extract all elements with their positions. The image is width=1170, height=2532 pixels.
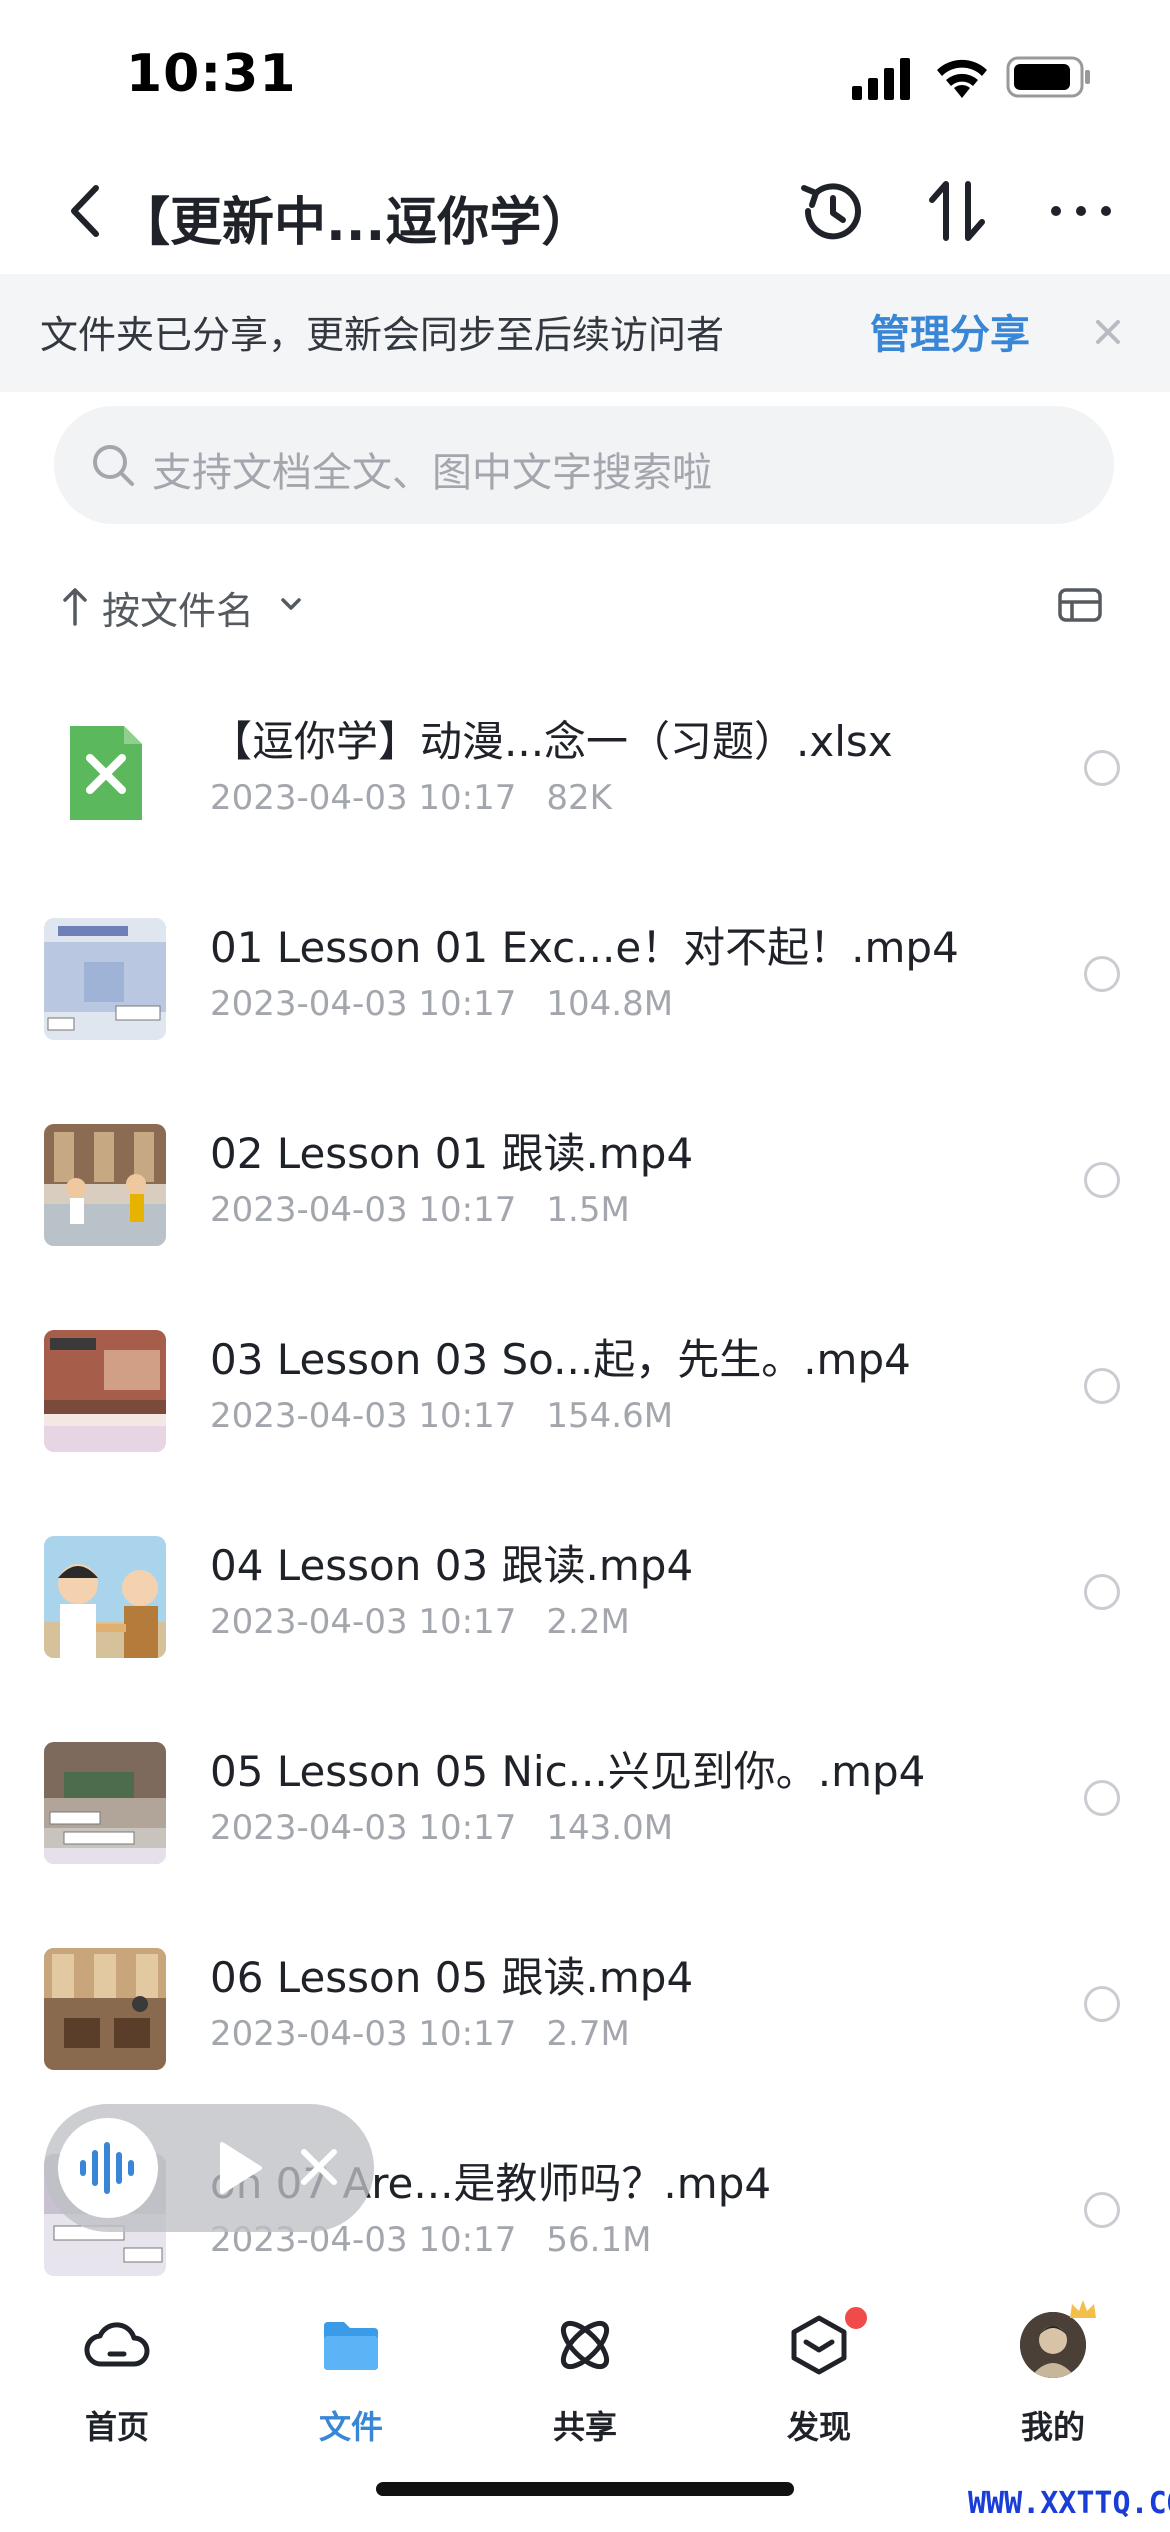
- more-icon[interactable]: [1044, 174, 1118, 248]
- manage-share-link[interactable]: 管理分享: [870, 302, 1030, 360]
- file-row[interactable]: 03 Lesson 03 So...起，先生。.mp4 2023-04-03 1…: [0, 1278, 1170, 1484]
- file-row[interactable]: 【逗你学】动漫...念一（习题）.xlsx 2023-04-03 10:17 82…: [0, 660, 1170, 866]
- share-banner: 文件夹已分享，更新会同步至后续访问者 管理分享: [0, 274, 1170, 392]
- file-meta: 2023-04-03 10:17 1.5M: [210, 1190, 630, 1230]
- wifi-icon: [937, 59, 987, 98]
- crown-icon: [1070, 2300, 1096, 2318]
- file-row[interactable]: 01 Lesson 01 Exc...e！对不起！.mp4 2023-04-03…: [0, 866, 1170, 1072]
- video-thumbnail: [44, 1536, 166, 1658]
- file-size: 1.5M: [546, 1190, 630, 1230]
- file-date: 2023-04-03 10:17: [210, 984, 517, 1024]
- file-name: 05 Lesson 05 Nic...兴见到你。.mp4: [210, 1747, 926, 1796]
- file-meta: 2023-04-03 10:17 2.2M: [210, 1602, 630, 1642]
- status-time: 10:31: [126, 44, 297, 104]
- notification-badge: [842, 2304, 870, 2332]
- tab-share[interactable]: 共享: [468, 2304, 702, 2454]
- file-size: 104.8M: [546, 984, 674, 1024]
- status-bar: 10:31: [0, 0, 1170, 150]
- file-date: 2023-04-03 10:17: [210, 2014, 517, 2054]
- file-name: 【逗你学】动漫...念一（习题）.xlsx: [210, 717, 893, 766]
- select-radio[interactable]: [1084, 1780, 1120, 1816]
- tab-mine[interactable]: 我的: [936, 2300, 1170, 2454]
- file-size: 2.2M: [546, 1602, 630, 1642]
- select-radio[interactable]: [1084, 750, 1120, 786]
- screen: 10:31 【更新中...逗你学） 文件夹已分享，更新会同步至后续访问者 管理分…: [0, 0, 1170, 2532]
- list-view-icon[interactable]: [1056, 584, 1104, 626]
- video-thumbnail: [44, 918, 166, 1040]
- tab-label: 首页: [84, 2408, 149, 2446]
- file-size: 143.0M: [546, 1808, 674, 1848]
- file-name: 03 Lesson 03 So...起，先生。.mp4: [210, 1335, 911, 1384]
- file-row[interactable]: 05 Lesson 05 Nic...兴见到你。.mp4 2023-04-03 …: [0, 1690, 1170, 1896]
- select-radio[interactable]: [1084, 2192, 1120, 2228]
- search-input[interactable]: 支持文档全文、图中文字搜索啦: [54, 406, 1114, 524]
- select-radio[interactable]: [1084, 1986, 1120, 2022]
- file-name: 02 Lesson 01 跟读.mp4: [210, 1129, 694, 1178]
- file-meta: 2023-04-03 10:17 154.6M: [210, 1396, 673, 1436]
- video-thumbnail: [44, 1124, 166, 1246]
- search-placeholder: 支持文档全文、图中文字搜索啦: [152, 450, 712, 496]
- battery-icon: [1006, 56, 1090, 98]
- history-icon[interactable]: [796, 174, 870, 248]
- voice-button[interactable]: [58, 2118, 158, 2218]
- xlsx-file-icon: [70, 726, 142, 820]
- sort-icon[interactable]: [920, 174, 994, 248]
- floating-player[interactable]: [44, 2104, 374, 2232]
- tab-files[interactable]: 文件: [234, 2304, 468, 2454]
- tab-label: 共享: [552, 2408, 617, 2446]
- chevron-down-icon[interactable]: [276, 592, 306, 616]
- file-size: 82K: [546, 778, 612, 818]
- file-row[interactable]: 06 Lesson 05 跟读.mp4 2023-04-03 10:17 2.7M: [0, 1896, 1170, 2102]
- watermark: WWW.XXTTQ.COM: [968, 2486, 1170, 2521]
- file-name: 01 Lesson 01 Exc...e！对不起！.mp4: [210, 923, 959, 972]
- video-thumbnail: [44, 1742, 166, 1864]
- file-size: 154.6M: [546, 1396, 674, 1436]
- file-size: 56.1M: [546, 2220, 652, 2260]
- file-list: 【逗你学】动漫...念一（习题）.xlsx 2023-04-03 10:17 82…: [0, 660, 1170, 2308]
- tab-discover[interactable]: 发现: [702, 2304, 936, 2454]
- file-date: 2023-04-03 10:17: [210, 1190, 517, 1230]
- audio-wave-icon: [80, 2142, 134, 2194]
- banner-text: 文件夹已分享，更新会同步至后续访问者: [40, 313, 725, 357]
- select-radio[interactable]: [1084, 956, 1120, 992]
- signal-icon: [852, 58, 910, 100]
- home-indicator: [376, 2482, 794, 2496]
- play-icon[interactable]: [214, 2140, 264, 2196]
- select-radio[interactable]: [1084, 1368, 1120, 1404]
- file-size: 2.7M: [546, 2014, 630, 2054]
- tab-home[interactable]: 首页: [0, 2304, 234, 2454]
- cloud-icon: [84, 2322, 150, 2367]
- arrow-up-icon[interactable]: [60, 584, 90, 628]
- file-name: 06 Lesson 05 跟读.mp4: [210, 1953, 694, 2002]
- file-row[interactable]: 02 Lesson 01 跟读.mp4 2023-04-03 10:17 1.5M: [0, 1072, 1170, 1278]
- file-date: 2023-04-03 10:17: [210, 1602, 517, 1642]
- tab-label: 我的: [1020, 2408, 1085, 2446]
- back-icon[interactable]: [58, 176, 114, 246]
- file-row[interactable]: 04 Lesson 03 跟读.mp4 2023-04-03 10:17 2.2M: [0, 1484, 1170, 1690]
- page-title: 【更新中...逗你学）: [118, 193, 594, 253]
- file-meta: 2023-04-03 10:17 104.8M: [210, 984, 673, 1024]
- share-orbit-icon: [560, 2320, 610, 2370]
- video-thumbnail: [44, 1948, 166, 2070]
- video-thumbnail: [44, 1330, 166, 1452]
- file-date: 2023-04-03 10:17: [210, 778, 517, 818]
- close-icon[interactable]: [296, 2144, 342, 2190]
- file-meta: 2023-04-03 10:17 143.0M: [210, 1808, 673, 1848]
- select-radio[interactable]: [1084, 1574, 1120, 1610]
- tab-label: 文件: [318, 2408, 383, 2446]
- file-date: 2023-04-03 10:17: [210, 1396, 517, 1436]
- close-icon[interactable]: [1084, 308, 1132, 356]
- sort-by-name[interactable]: 按文件名: [102, 580, 254, 635]
- search-icon: [93, 445, 134, 486]
- tab-label: 发现: [786, 2408, 851, 2446]
- file-meta: 2023-04-03 10:17 2.7M: [210, 2014, 630, 2054]
- file-meta: 2023-04-03 10:17 82K: [210, 778, 612, 818]
- folder-icon: [324, 2322, 378, 2370]
- file-date: 2023-04-03 10:17: [210, 1808, 517, 1848]
- file-name: 04 Lesson 03 跟读.mp4: [210, 1541, 694, 1590]
- select-radio[interactable]: [1084, 1162, 1120, 1198]
- nav-bar: 【更新中...逗你学）: [0, 150, 1170, 274]
- sort-row: 按文件名: [0, 570, 1170, 640]
